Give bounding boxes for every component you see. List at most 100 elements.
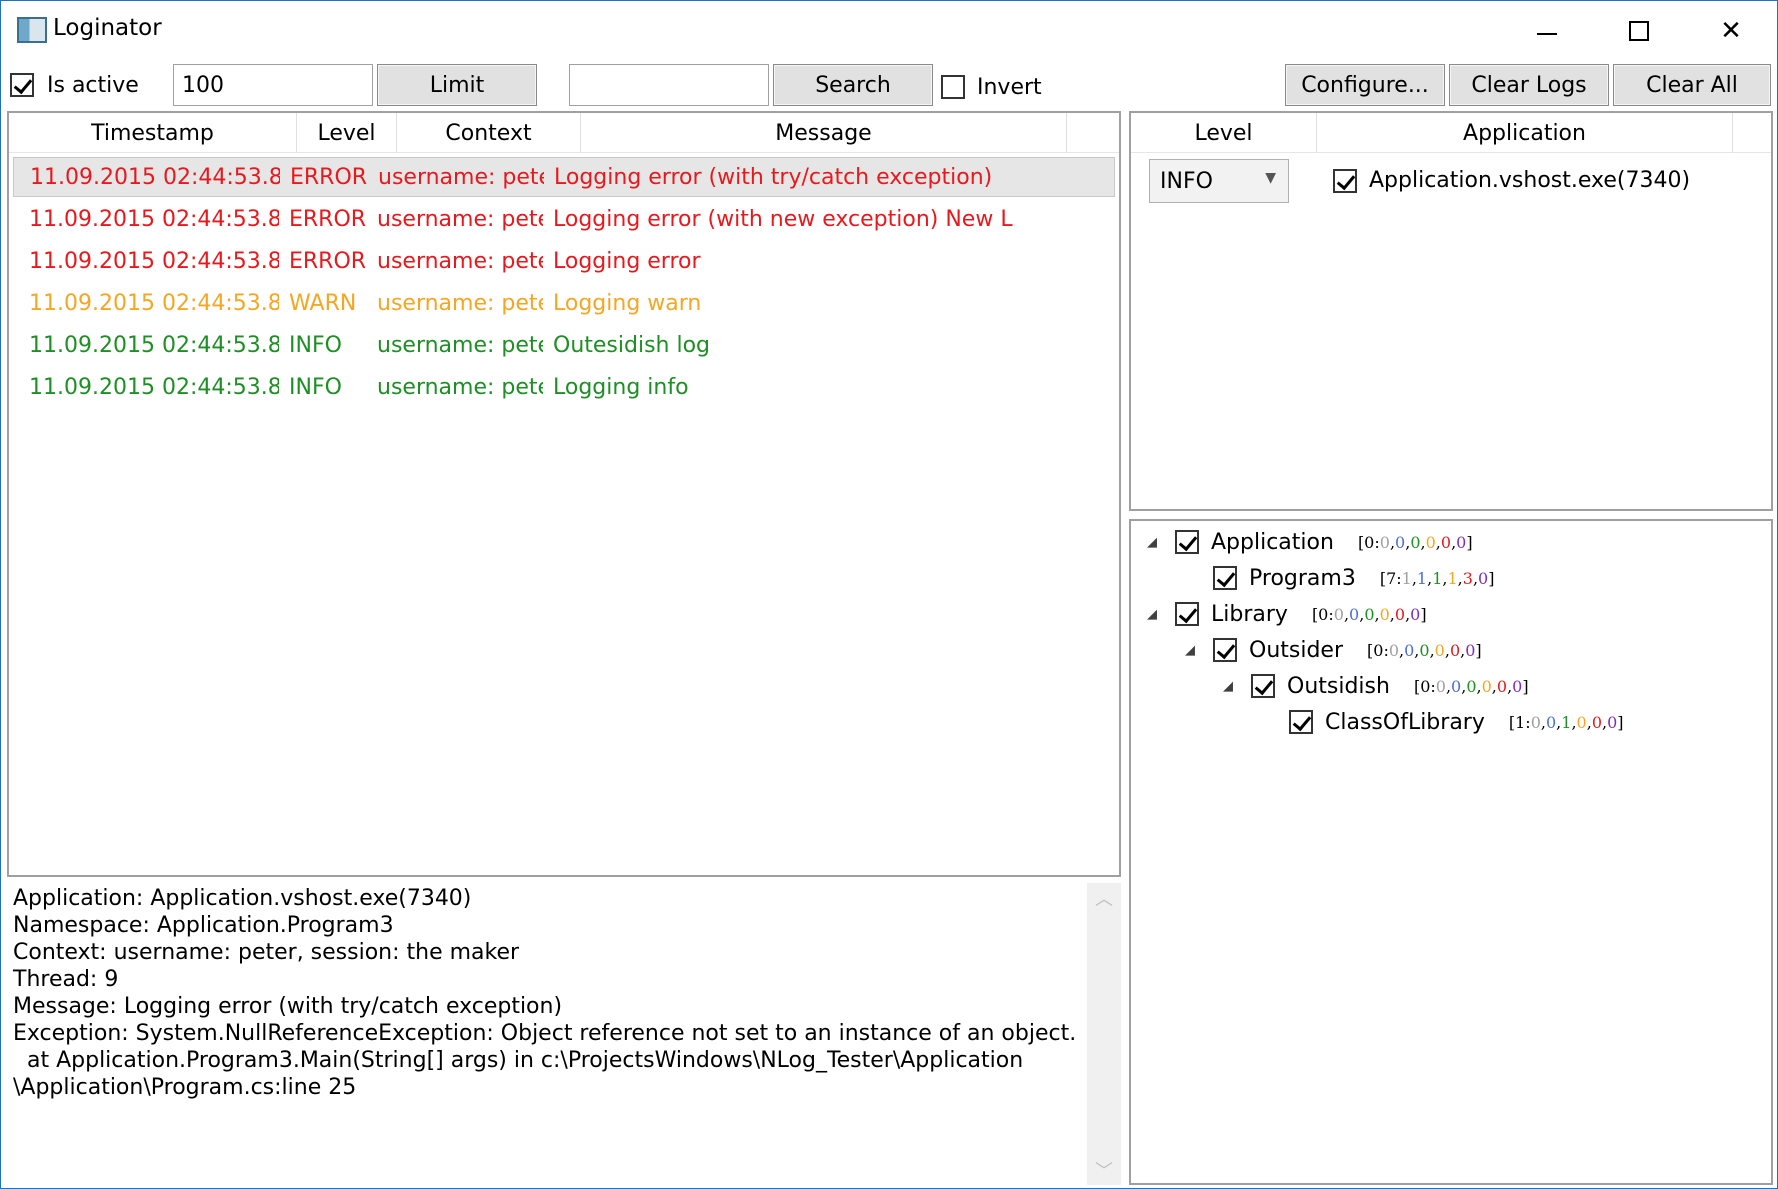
column-header-context[interactable]: Context [397, 113, 581, 153]
log-level: ERROR [289, 206, 367, 232]
application-name: Application.vshost.exe(7340) [1369, 168, 1691, 193]
log-message: Logging error (with new exception) New L… [553, 206, 1013, 232]
tree-node-label: ClassOfLibrary [1325, 709, 1485, 735]
tree-node-counts: [0:0,0,0,0,0,0] [1311, 604, 1427, 624]
tree-node-label: Application [1211, 529, 1334, 555]
log-message: Logging error (with try/catch exception) [554, 164, 993, 190]
application-checkbox[interactable] [1333, 169, 1357, 197]
tree-node-counts: [0:0,0,0,0,0,0] [1413, 676, 1529, 696]
tree-node-checkbox[interactable] [1175, 602, 1199, 626]
minimize-icon [1537, 33, 1557, 35]
log-row[interactable]: 11.09.2015 02:44:53.865 INFO username: p… [13, 325, 1115, 365]
log-timestamp: 11.09.2015 02:44:53.881 [30, 164, 280, 190]
checkbox-checked-icon [10, 73, 34, 97]
column-header-timestamp[interactable]: Timestamp [9, 113, 297, 153]
checkbox-checked-icon [1333, 169, 1357, 193]
clear-logs-button[interactable]: Clear Logs [1449, 64, 1609, 106]
column-header-level[interactable]: Level [297, 113, 397, 153]
limit-button[interactable]: Limit [377, 64, 537, 106]
tree-node[interactable]: ◢ Library [0:0,0,0,0,0,0] [1147, 597, 1427, 631]
log-level: INFO [289, 374, 342, 400]
log-context: username: pete [378, 164, 544, 190]
close-icon: ✕ [1720, 16, 1742, 46]
log-timestamp: 11.09.2015 02:44:53.865 [29, 206, 279, 232]
scroll-up-icon[interactable]: ︿ [1087, 883, 1121, 913]
log-context: username: pete [377, 332, 543, 358]
log-timestamp: 11.09.2015 02:44:53.865 [29, 248, 279, 274]
tree-node-counts: [0:0,0,0,0,0,0] [1367, 640, 1482, 660]
log-details-text[interactable]: Application: Application.vshost.exe(7340… [7, 883, 1087, 1185]
log-message: Logging error [553, 248, 701, 274]
log-row[interactable]: 11.09.2015 02:44:53.865 ERROR username: … [13, 199, 1115, 239]
is-active-label: Is active [47, 73, 139, 98]
window-title: Loginator [53, 15, 162, 41]
minimize-button[interactable] [1501, 1, 1593, 61]
log-message: Logging warn [553, 290, 702, 316]
namespace-tree: ◢ Application [0:0,0,0,0,0,0] Program3 [7:1,… [1129, 519, 1773, 1185]
tree-node-label: Program3 [1249, 565, 1356, 591]
scroll-down-icon[interactable]: ﹀ [1087, 1155, 1121, 1185]
close-button[interactable]: ✕ [1685, 1, 1777, 61]
log-timestamp: 11.09.2015 02:44:53.860 [29, 374, 279, 400]
expand-triangle-icon[interactable]: ◢ [1147, 607, 1167, 622]
expand-triangle-icon[interactable]: ◢ [1185, 643, 1205, 658]
app-icon [17, 17, 47, 43]
tree-node-checkbox[interactable] [1289, 710, 1313, 734]
log-context: username: pete [377, 248, 543, 274]
search-input[interactable] [569, 64, 769, 106]
log-message: Logging info [553, 374, 689, 400]
tree-node[interactable]: ◢ Outsidish [0:0,0,0,0,0,0] [1223, 669, 1529, 703]
log-context: username: pete [377, 374, 543, 400]
column-header-message[interactable]: Message [581, 113, 1067, 153]
log-message: Outesidish log [553, 332, 711, 358]
clear-all-button[interactable]: Clear All [1613, 64, 1771, 106]
invert-checkbox[interactable] [941, 75, 965, 103]
tree-node-checkbox[interactable] [1213, 566, 1237, 590]
limit-input[interactable] [173, 64, 373, 106]
log-timestamp: 11.09.2015 02:44:53.865 [29, 332, 279, 358]
invert-label: Invert [977, 75, 1042, 100]
log-level: ERROR [289, 248, 367, 274]
maximize-icon [1629, 21, 1649, 41]
log-context: username: pete [377, 206, 543, 232]
tree-node-label: Library [1211, 601, 1288, 627]
expand-triangle-icon[interactable]: ◢ [1147, 535, 1167, 550]
tree-node-counts: [7:1,1,1,1,3,0] [1379, 568, 1495, 588]
tree-node-checkbox[interactable] [1213, 638, 1237, 662]
is-active-checkbox[interactable] [10, 73, 34, 101]
tree-node[interactable]: Program3 [7:1,1,1,1,3,0] [1185, 561, 1494, 595]
log-level: WARN [289, 290, 357, 316]
details-scrollbar[interactable]: ︿ ﹀ [1087, 883, 1121, 1185]
tree-node-counts: [1:0,0,1,0,0,0] [1508, 712, 1624, 732]
level-dropdown-value: INFO [1160, 168, 1213, 194]
tree-node-label: Outsider [1249, 637, 1344, 663]
log-level: INFO [289, 332, 342, 358]
log-row[interactable]: 11.09.2015 02:44:53.860 INFO username: p… [13, 367, 1115, 407]
tree-node-counts: [0:0,0,0,0,0,0] [1357, 532, 1473, 552]
maximize-button[interactable] [1593, 1, 1685, 61]
expand-triangle-icon[interactable]: ◢ [1223, 679, 1243, 694]
tree-node[interactable]: ◢ Application [0:0,0,0,0,0,0] [1147, 525, 1473, 559]
chevron-down-icon: ▼ [1265, 170, 1276, 186]
log-row[interactable]: 11.09.2015 02:44:53.881 ERROR username: … [13, 157, 1115, 197]
log-row[interactable]: 11.09.2015 02:44:53.865 ERROR username: … [13, 241, 1115, 281]
configure-button[interactable]: Configure... [1285, 64, 1445, 106]
search-button[interactable]: Search [773, 64, 933, 106]
main-window: Loginator ✕ Is active Limit Search Inver… [0, 0, 1778, 1189]
application-grid-header: Level Application [1131, 113, 1771, 153]
tree-node-checkbox[interactable] [1175, 530, 1199, 554]
tree-node-checkbox[interactable] [1251, 674, 1275, 698]
level-dropdown[interactable]: INFO ▼ [1149, 159, 1289, 203]
checkbox-unchecked-icon [941, 75, 965, 99]
log-grid-header: Timestamp Level Context Message [9, 113, 1119, 153]
column-header-application[interactable]: Application [1317, 113, 1733, 153]
column-header-app-level[interactable]: Level [1131, 113, 1317, 153]
tree-node[interactable]: ◢ Outsider [0:0,0,0,0,0,0] [1185, 633, 1482, 667]
tree-node[interactable]: ClassOfLibrary [1:0,0,1,0,0,0] [1261, 705, 1624, 739]
log-timestamp: 11.09.2015 02:44:53.865 [29, 290, 279, 316]
log-context: username: pete [377, 290, 543, 316]
tree-node-label: Outsidish [1287, 673, 1390, 699]
title-bar: Loginator ✕ [1, 1, 1777, 61]
log-level: ERROR [290, 164, 368, 190]
log-row[interactable]: 11.09.2015 02:44:53.865 WARN username: p… [13, 283, 1115, 323]
